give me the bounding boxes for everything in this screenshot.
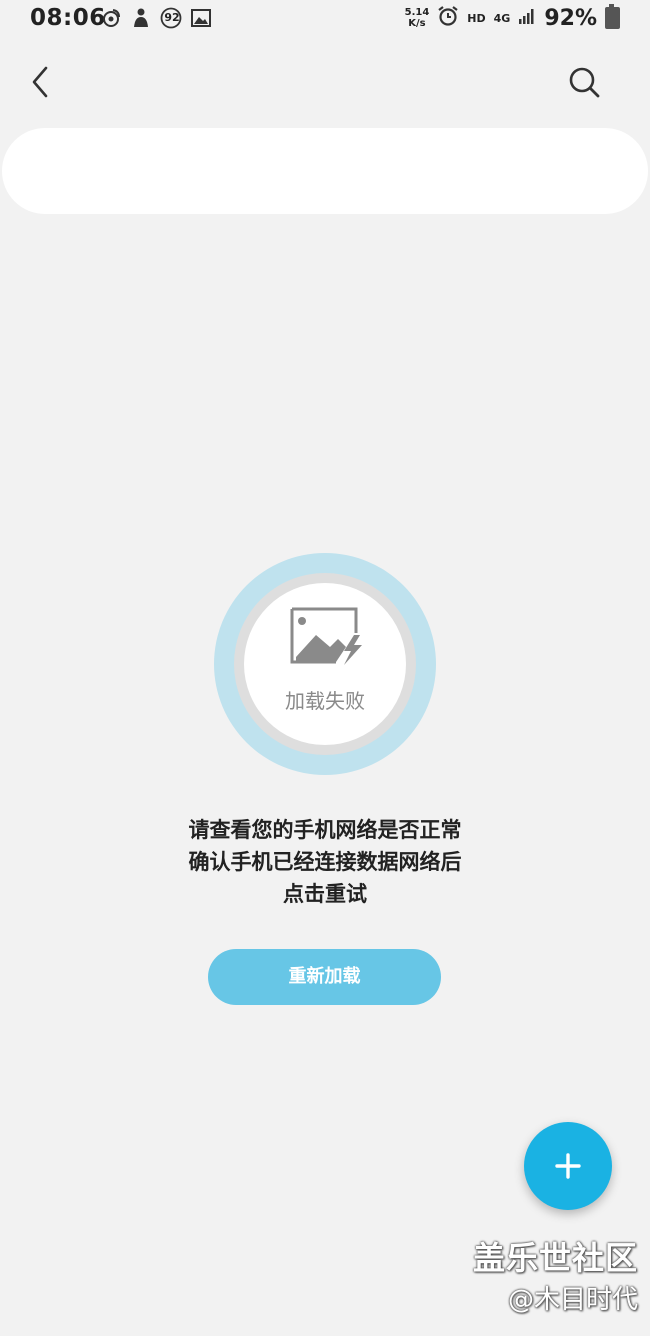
status-bar: 08:06 92 5.14 K/s HD 4G 92% <box>0 0 650 40</box>
network-type: 4G <box>493 11 511 25</box>
speed-value: 5.14 <box>404 7 430 18</box>
battery-percent: 92% <box>544 5 597 31</box>
watermark: 盖乐世社区 @木目时代 <box>473 1236 638 1320</box>
error-message: 请查看您的手机网络是否正常 确认手机已经连接数据网络后 点击重试 <box>0 814 650 910</box>
weibo-icon <box>100 7 122 29</box>
error-message-line: 确认手机已经连接数据网络后 <box>188 850 462 874</box>
load-failed-graphic: 加载失败 <box>214 553 436 775</box>
chevron-left-icon[interactable] <box>24 62 60 102</box>
error-message-line: 请查看您的手机网络是否正常 <box>188 818 462 842</box>
speed-unit: K/s <box>408 18 426 29</box>
top-app-bar <box>0 50 650 114</box>
reload-button[interactable]: 重新加载 <box>208 949 441 1005</box>
status-right: 5.14 K/s HD 4G 92% <box>405 4 620 31</box>
gallery-icon <box>190 7 212 29</box>
plus-icon <box>555 1153 581 1179</box>
notification-icons <box>100 7 212 29</box>
alarm-icon <box>437 5 459 31</box>
network-speed: 5.14 K/s <box>405 7 430 29</box>
load-failed-label: 加载失败 <box>285 689 365 713</box>
app-notification-icon <box>130 7 152 29</box>
search-icon[interactable] <box>566 64 602 100</box>
add-post-button[interactable] <box>524 1122 612 1210</box>
error-message-line: 点击重试 <box>283 882 367 906</box>
watermark-author: @木目时代 <box>507 1285 638 1315</box>
signal-icon <box>518 8 536 28</box>
watermark-community: 盖乐世社区 <box>472 1239 638 1277</box>
badge-count-text: 92 <box>164 11 180 24</box>
battery-icon <box>605 4 620 29</box>
status-time: 08:06 <box>30 5 106 31</box>
broken-image-icon <box>286 607 366 667</box>
banner-placeholder <box>2 128 648 214</box>
hd-label: HD <box>467 11 486 25</box>
